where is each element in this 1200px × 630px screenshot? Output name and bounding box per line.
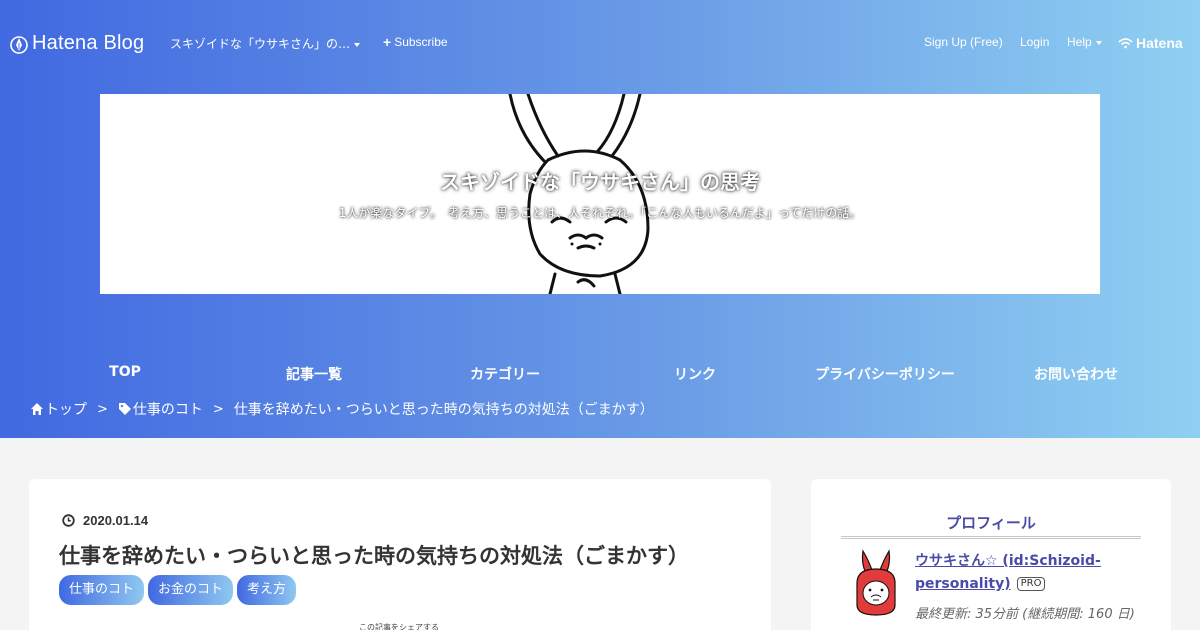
entry-date[interactable]: 2020.01.14 (62, 513, 148, 528)
hatena-label: Hatena (1136, 35, 1183, 51)
help-menu[interactable]: Help (1067, 35, 1102, 49)
pen-nib-icon (10, 35, 28, 54)
avatar[interactable] (849, 547, 903, 617)
nav-item-archive[interactable]: 記事一覧 (219, 364, 409, 384)
last-updated: 最終更新: 35分前 (継続期間: 160 日) (915, 607, 1135, 622)
nav-item-privacy[interactable]: プライバシーポリシー (790, 364, 980, 384)
category-tag[interactable]: 考え方 (237, 575, 297, 605)
hatena-logo[interactable]: Hatena (1118, 35, 1183, 51)
caret-down-icon (1095, 41, 1102, 45)
entry-title[interactable]: 仕事を辞めたい・つらいと思った時の気持ちの対処法（ごまかす） (59, 540, 689, 570)
brand-name: Hatena Blog (32, 32, 145, 54)
entry-card: 2020.01.14 仕事を辞めたい・つらいと思った時の気持ちの対処法（ごまかす… (29, 479, 771, 630)
category-tag[interactable]: お金のコト (148, 575, 234, 605)
clock-icon (62, 514, 75, 527)
entry-categories: 仕事のコト お金のコト 考え方 (59, 575, 300, 605)
breadcrumb-home[interactable]: トップ (45, 399, 87, 419)
breadcrumb-separator: > (212, 401, 224, 417)
breadcrumb-separator: > (97, 401, 108, 417)
nav-item-links[interactable]: リンク (600, 364, 790, 384)
blog-title[interactable]: スキゾイドな「ウサキさん」の思考 (100, 166, 1100, 195)
nav-item-top[interactable]: TOP (30, 364, 220, 380)
profile-module: プロフィール ウサキさん☆ (id:Schizoid-personality) P… (811, 479, 1171, 630)
plus-icon: + (383, 34, 392, 50)
nav-item-category[interactable]: カテゴリー (410, 364, 600, 384)
global-nav: TOP 記事一覧 カテゴリー リンク プライバシーポリシー お問い合わせ (0, 364, 1200, 384)
breadcrumb-category[interactable]: 仕事のコト (133, 399, 203, 419)
category-tag[interactable]: 仕事のコト (59, 575, 145, 605)
nav-item-contact[interactable]: お問い合わせ (981, 364, 1171, 384)
blog-selector-label: スキゾイドな「ウサキさん」の… (170, 37, 351, 51)
header-image[interactable]: スキゾイドな「ウサキさん」の思考 1人が楽なタイプ。 考え方、思うことは、人それ… (100, 94, 1100, 294)
hatena-blog-logo[interactable]: Hatena Blog (10, 32, 144, 55)
profile-name: ウサキさん☆ (id:Schizoid-personality) (915, 553, 1101, 592)
pro-badge: PRO (1016, 577, 1046, 591)
blog-description: 1人が楽なタイプ。 考え方、思うことは、人それぞれ。「こんな人もいるんだよ」って… (338, 206, 862, 220)
signup-link[interactable]: Sign Up (Free) (924, 35, 1003, 49)
wifi-bird-icon (1118, 38, 1133, 49)
tag-icon (118, 403, 131, 415)
profile-name-link[interactable]: ウサキさん☆ (id:Schizoid-personality) PRO (915, 550, 1125, 596)
subscribe-button[interactable]: + Subscribe (383, 35, 448, 49)
subscribe-label: Subscribe (394, 35, 448, 49)
caret-down-icon (354, 42, 361, 47)
blog-selector[interactable]: スキゾイドな「ウサキさん」の… (170, 35, 361, 52)
share-label: この記事をシェアする (359, 623, 439, 630)
help-label: Help (1067, 35, 1092, 49)
breadcrumb: トップ > 仕事のコト > 仕事を辞めたい・つらいと思った時の気持ちの対処法（ご… (30, 399, 654, 419)
home-icon (31, 403, 43, 415)
entry-date-text: 2020.01.14 (83, 513, 149, 528)
divider (841, 536, 1141, 539)
login-link[interactable]: Login (1020, 35, 1049, 49)
global-header: Hatena Blog スキゾイドな「ウサキさん」の… + Subscribe … (0, 0, 1200, 86)
breadcrumb-current: 仕事を辞めたい・つらいと思った時の気持ちの対処法（ごまかす） (233, 402, 654, 418)
profile-heading: プロフィール (946, 514, 1036, 532)
